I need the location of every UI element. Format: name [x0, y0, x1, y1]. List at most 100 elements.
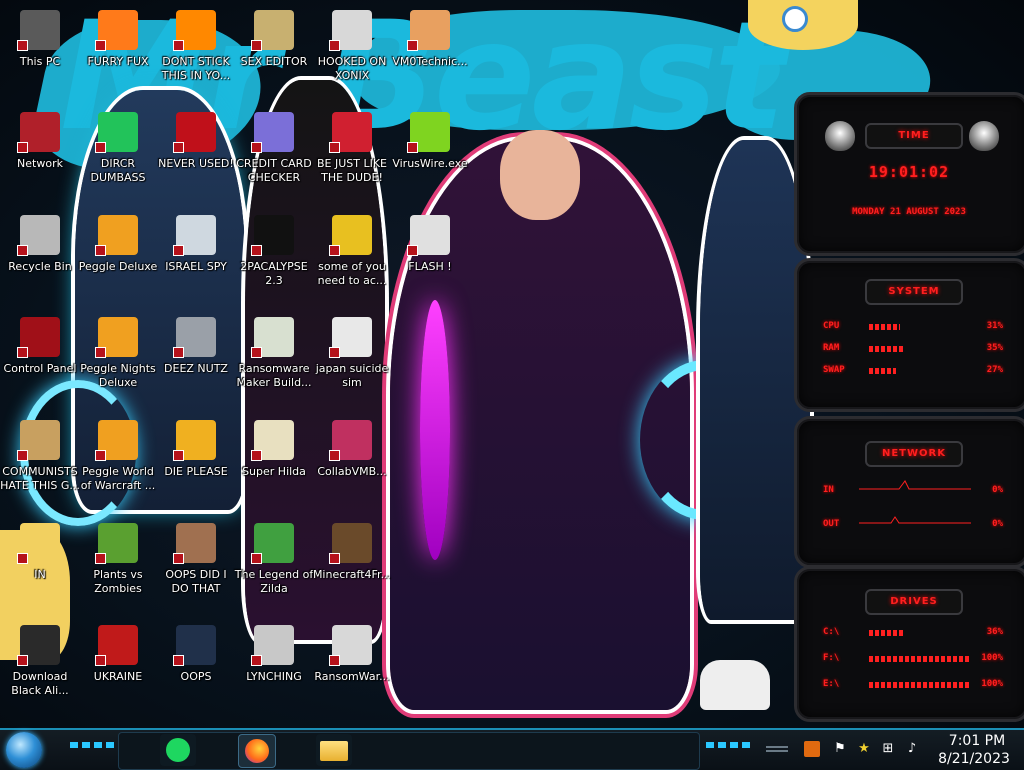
desktop-icon[interactable]: OOPS DID I DO THAT — [156, 517, 236, 609]
desktop-icon-label: VM0Technic... — [392, 55, 468, 68]
shortcut-arrow-icon — [173, 450, 184, 461]
system-value: 27% — [986, 365, 1003, 375]
flag-icon[interactable]: ⚑ — [832, 741, 848, 757]
taskbar-clock-time[interactable]: 7:01 PM — [942, 733, 1012, 749]
network-icon[interactable]: ⊞ — [880, 741, 896, 757]
firefox-icon — [245, 739, 269, 763]
desktop-icon[interactable]: Peggle World of Warcraft ... — [78, 414, 158, 506]
network-in-graph — [859, 480, 971, 490]
desktop-icon-label: Ransomware Maker Build... — [236, 362, 312, 389]
desktop-icon[interactable]: LYNCHING — [234, 619, 314, 711]
taskbar-decoration — [766, 746, 788, 752]
desktop-icon[interactable]: HOOKED ON XONIX — [312, 4, 392, 96]
taskbar-firefox-button[interactable] — [238, 734, 276, 768]
desktop-icon-label: DEEZ NUTZ — [164, 362, 228, 375]
system-level-fill — [869, 324, 900, 330]
shortcut-arrow-icon — [173, 347, 184, 358]
desktop-icon[interactable]: some of you need to ac... — [312, 209, 392, 301]
desktop-icon[interactable]: Peggle Nights Deluxe — [78, 311, 158, 403]
desktop-icon[interactable]: NEVER USED! — [156, 106, 236, 198]
desktop-icon-label: LYNCHING — [246, 670, 302, 683]
desktop-icon-label: Network — [17, 157, 63, 170]
desktop-icon[interactable]: Super Hilda — [234, 414, 314, 506]
desktop-icon-label: DIRCR DUMBASS — [90, 157, 146, 184]
taskbar-spotify-button[interactable] — [160, 734, 196, 766]
desktop-icon[interactable]: RansomWar... — [312, 619, 392, 711]
system-row: CPU 31% — [823, 321, 1003, 335]
shortcut-arrow-icon — [17, 245, 28, 256]
desktop-icon[interactable]: FURRY FUX — [78, 4, 158, 96]
desktop-icon[interactable]: The Legend of Zilda — [234, 517, 314, 609]
desktop-icon[interactable]: BE JUST LIKE THE DUDE! — [312, 106, 392, 198]
network-out-value: 0% — [992, 519, 1003, 529]
shortcut-arrow-icon — [173, 142, 184, 153]
drive-level-bar — [869, 682, 969, 688]
shortcut-arrow-icon — [329, 655, 340, 666]
desktop-icon[interactable]: This PC — [0, 4, 80, 96]
desktop-icon-label: VirusWire.exe — [392, 157, 468, 170]
desktop-icon-label: This PC — [19, 55, 61, 68]
desktop-icon-label: Peggle World of Warcraft ... — [80, 465, 156, 492]
desktop-icon-label: Recycle Bin — [8, 260, 72, 273]
desktop-icon-label: Super Hilda — [242, 465, 306, 478]
desktop-icon-label: IN — [34, 568, 46, 581]
taskbar-file-explorer-button[interactable] — [316, 734, 352, 766]
desktop-icon[interactable]: DIRCR DUMBASS — [78, 106, 158, 198]
desktop-icon[interactable]: VirusWire.exe — [390, 106, 470, 198]
system-level-bar — [869, 346, 969, 352]
desktop-icon[interactable]: Control Panel — [0, 311, 80, 403]
system-widget: SYSTEM CPU 31% RAM 35% SWAP 27% — [794, 258, 1024, 412]
network-in-label: IN — [823, 485, 834, 495]
taskbar-clock-date[interactable]: 8/21/2023 — [932, 751, 1016, 767]
drive-label: E:\ — [823, 679, 840, 689]
desktop-icon[interactable]: COMMUNISTS HATE THIS G... — [0, 414, 80, 506]
desktop-icon[interactable]: Network — [0, 106, 80, 198]
desktop-icon-label: COMMUNISTS HATE THIS G... — [0, 465, 80, 492]
shortcut-arrow-icon — [329, 553, 340, 564]
desktop-icon[interactable]: Minecraft4Fr... — [312, 517, 392, 609]
desktop-icon[interactable]: IN — [0, 517, 80, 609]
desktop-icon[interactable]: VM0Technic... — [390, 4, 470, 96]
shortcut-arrow-icon — [407, 142, 418, 153]
desktop-icon-label: ISRAEL SPY — [165, 260, 227, 273]
alien-logo-icon — [825, 121, 855, 151]
desktop-icon[interactable]: CollabVMB... — [312, 414, 392, 506]
shortcut-arrow-icon — [95, 553, 106, 564]
start-button[interactable] — [6, 732, 42, 768]
desktop-icon[interactable]: 2PACALYPSE 2.3 — [234, 209, 314, 301]
desktop-icon[interactable]: DONT STICK THIS IN YO... — [156, 4, 236, 96]
desktop-icon[interactable]: DIE PLEASE — [156, 414, 236, 506]
network-out-label: OUT — [823, 519, 840, 529]
desktop-icon[interactable]: ISRAEL SPY — [156, 209, 236, 301]
desktop-icon[interactable]: CREDIT CARD CHECKER — [234, 106, 314, 198]
desktop-icon-label: japan suicide sim — [315, 362, 389, 389]
desktop-icon[interactable]: FLASH ! — [390, 209, 470, 301]
shortcut-arrow-icon — [17, 40, 28, 51]
desktop-icon-label: some of you need to ac... — [317, 260, 387, 287]
drive-row: C:\ 36% — [823, 627, 1003, 641]
desktop-icon[interactable]: Ransomware Maker Build... — [234, 311, 314, 403]
desktop-icon[interactable]: UKRAINE — [78, 619, 158, 711]
network-in-value: 0% — [992, 485, 1003, 495]
shortcut-arrow-icon — [17, 450, 28, 461]
volume-icon[interactable]: ♪ — [904, 741, 920, 757]
desktop-icon[interactable]: Recycle Bin — [0, 209, 80, 301]
desktop-icon-label: BE JUST LIKE THE DUDE! — [316, 157, 388, 184]
drive-level-fill — [869, 630, 905, 636]
shortcut-arrow-icon — [173, 553, 184, 564]
shortcut-arrow-icon — [251, 142, 262, 153]
desktop-icon[interactable]: japan suicide sim — [312, 311, 392, 403]
desktop-icon[interactable]: OOPS — [156, 619, 236, 711]
keyboard-icon[interactable] — [804, 741, 820, 757]
desktop-icon[interactable]: Peggle Deluxe — [78, 209, 158, 301]
desktop-icon[interactable]: Plants vs Zombies — [78, 517, 158, 609]
desktop-icon-label: Download Black Ali... — [11, 670, 69, 697]
desktop-icon[interactable]: SEX EDITOR — [234, 4, 314, 96]
shortcut-arrow-icon — [95, 142, 106, 153]
desktop-icon[interactable]: DEEZ NUTZ — [156, 311, 236, 403]
desktop-icon[interactable]: Download Black Ali... — [0, 619, 80, 711]
shortcut-arrow-icon — [173, 655, 184, 666]
star-icon[interactable]: ★ — [856, 741, 872, 757]
desktop-icon-label: DONT STICK THIS IN YO... — [161, 55, 231, 82]
shortcut-arrow-icon — [329, 347, 340, 358]
